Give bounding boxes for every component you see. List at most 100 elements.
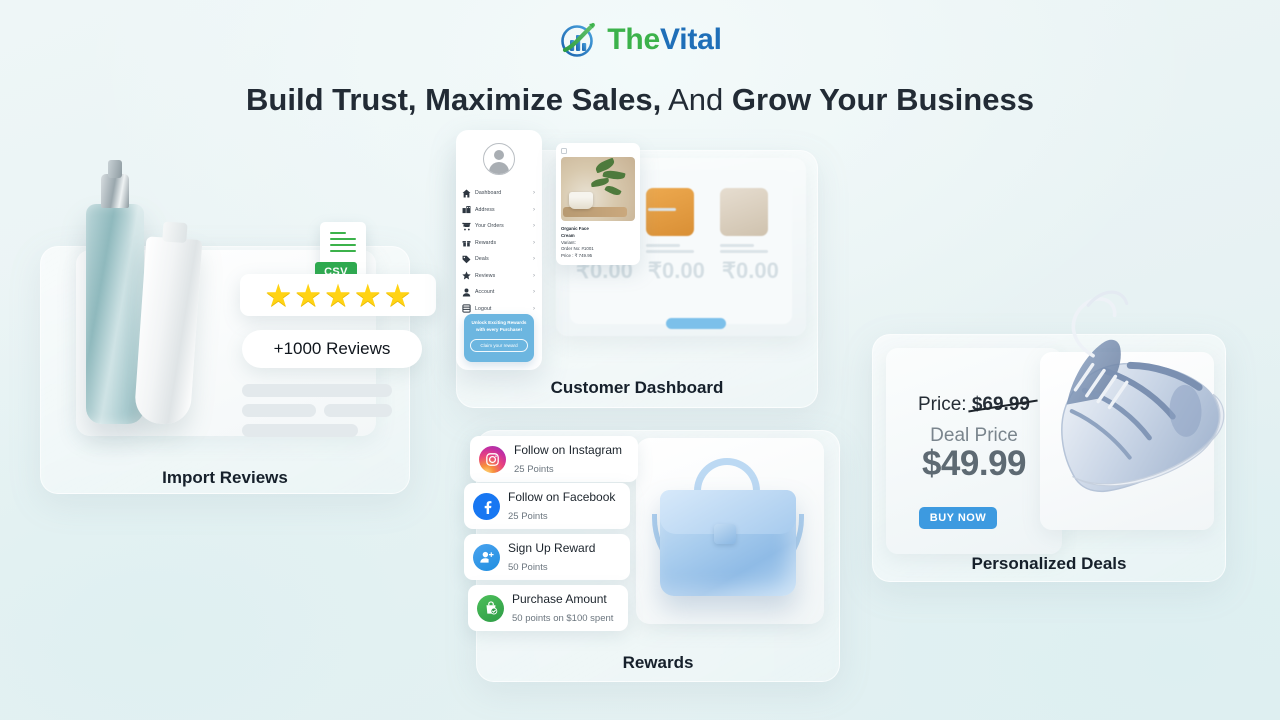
instagram-icon <box>479 445 506 473</box>
sidebar-item-rewards[interactable]: Rewards › <box>456 235 542 252</box>
chevron-right-icon: › <box>533 305 535 312</box>
order-price-placeholder: ₹0.00 <box>648 258 705 283</box>
sidebar-label: Your Orders <box>475 223 504 230</box>
buy-now-button[interactable]: BUY NOW <box>919 507 997 529</box>
sidebar-item-account[interactable]: Account › <box>456 284 542 301</box>
chevron-right-icon: › <box>533 190 535 197</box>
cream-jar-shape <box>569 192 593 209</box>
skeleton-line <box>324 404 392 417</box>
list-item-text: Follow on Facebook 25 Points <box>508 488 621 524</box>
order-text-placeholder <box>720 244 768 256</box>
original-price-row: Price: $69.99 <box>886 394 1062 416</box>
promo-card: Unlock Exciting Rewards with every Purch… <box>464 314 534 362</box>
tag-icon <box>462 255 471 264</box>
reward-title: Purchase Amount <box>512 592 607 606</box>
dashboard-sidebar: Dashboard › Address › Your Orders › Rewa… <box>456 130 542 370</box>
claim-reward-button[interactable]: Claim your reward <box>470 338 528 352</box>
cart-icon <box>462 222 471 231</box>
order-title-line-1: Organic Face <box>561 226 589 231</box>
deal-price-value: $49.99 <box>921 444 1027 483</box>
star-icon: ★ <box>324 277 352 313</box>
order-price: Price : ₹ 749.95 <box>561 253 593 259</box>
caption-personalized-deals: Personalized Deals <box>971 554 1127 573</box>
reviews-count-badge: +1000 Reviews <box>242 330 422 368</box>
blue-sneaker-photo <box>1040 282 1236 534</box>
leaf-shape <box>604 183 622 198</box>
sidebar-item-reviews[interactable]: Reviews › <box>456 268 542 285</box>
star-rating: ★ ★ ★ ★ ★ <box>240 274 436 316</box>
brand-name-vital: Vital <box>659 23 722 56</box>
caption-import-reviews: Import Reviews <box>162 468 288 487</box>
chevron-right-icon: › <box>533 223 535 230</box>
list-item-text: Purchase Amount 50 points on $100 spent <box>512 590 619 626</box>
list-item-text: Follow on Instagram 25 Points <box>514 441 629 477</box>
reward-title: Sign Up Reward <box>508 541 596 555</box>
add-user-icon <box>473 543 500 571</box>
brand-header: TheVital <box>0 20 1280 60</box>
shopping-bag-check-icon <box>477 594 504 622</box>
gift-icon <box>462 238 471 247</box>
order-header-placeholder <box>648 208 688 214</box>
order-text-placeholder <box>646 244 694 256</box>
headline-bold-2: Grow Your Business <box>731 82 1034 117</box>
sidebar-item-deals[interactable]: Deals › <box>456 251 542 268</box>
reward-points: 25 Points <box>514 464 554 475</box>
person-icon <box>462 288 471 297</box>
list-item[interactable]: Follow on Instagram 25 Points <box>470 436 638 482</box>
chevron-right-icon: › <box>533 256 535 263</box>
sidebar-item-dashboard[interactable]: Dashboard › <box>456 185 542 202</box>
price-label: Price: <box>918 394 967 415</box>
dashboard-action-button[interactable] <box>666 318 726 329</box>
sidebar-label: Address <box>475 206 495 213</box>
page-title: Build Trust, Maximize Sales, And Grow Yo… <box>0 82 1280 118</box>
skeleton-line <box>242 424 358 437</box>
reward-points: 50 points on $100 spent <box>512 613 614 624</box>
chevron-right-icon: › <box>533 239 535 246</box>
caption-customer-dashboard: Customer Dashboard <box>550 378 724 397</box>
star-icon: ★ <box>353 277 382 313</box>
user-avatar-icon[interactable] <box>483 143 515 175</box>
list-item[interactable]: Purchase Amount 50 points on $100 spent <box>468 585 628 631</box>
original-price: $69.99 <box>971 394 1030 415</box>
sidebar-label: Deals <box>475 256 489 263</box>
sidebar-label: Dashboard <box>475 190 502 197</box>
sidebar-label: Account <box>475 289 495 296</box>
chevron-right-icon: › <box>533 272 535 279</box>
headline-bold-1: Build Trust, Maximize Sales, <box>246 82 662 117</box>
sidebar-menu: Dashboard › Address › Your Orders › Rewa… <box>456 185 542 317</box>
order-checkbox[interactable] <box>561 148 567 154</box>
sidebar-item-your-orders[interactable]: Your Orders › <box>456 218 542 235</box>
list-item-text: Sign Up Reward 50 Points <box>508 539 621 575</box>
home-icon <box>462 189 471 198</box>
order-product-card[interactable]: Organic Face Cream Variant: Order No: #1… <box>556 143 640 265</box>
brand-name: TheVital <box>607 23 722 57</box>
star-icon: ★ <box>264 277 293 313</box>
sidebar-label: Logout <box>475 305 492 312</box>
facebook-icon <box>473 492 500 520</box>
reward-points: 25 Points <box>508 511 548 522</box>
sidebar-item-address[interactable]: Address › <box>456 202 542 219</box>
skeleton-line <box>242 404 316 417</box>
star-icon: ★ <box>383 277 412 313</box>
headline-light: And <box>661 82 732 117</box>
reward-points: 50 Points <box>508 562 548 573</box>
star-icon <box>462 271 471 280</box>
list-item[interactable]: Follow on Facebook 25 Points <box>464 483 630 529</box>
thevital-logo-icon <box>558 20 598 60</box>
star-icon: ★ <box>294 277 323 313</box>
order-variant: Variant: <box>561 239 576 245</box>
reward-title: Follow on Instagram <box>514 443 623 457</box>
order-number: Order No: #1001 <box>561 246 594 252</box>
order-price-placeholder: ₹0.00 <box>722 258 779 283</box>
blue-handbag-photo <box>650 452 810 600</box>
promo-line-2: with every Purchase! <box>476 326 522 332</box>
order-thumbnail <box>720 188 768 236</box>
order-card-text: Organic Face Cream Variant: Order No: #1… <box>561 226 635 260</box>
organic-face-cream-photo <box>561 157 635 221</box>
logout-icon <box>462 304 471 313</box>
brand-name-the: The <box>607 23 660 56</box>
caption-rewards: Rewards <box>622 653 694 672</box>
sidebar-label: Reviews <box>475 272 496 279</box>
reward-title: Follow on Facebook <box>508 490 616 504</box>
list-item[interactable]: Sign Up Reward 50 Points <box>464 534 630 580</box>
